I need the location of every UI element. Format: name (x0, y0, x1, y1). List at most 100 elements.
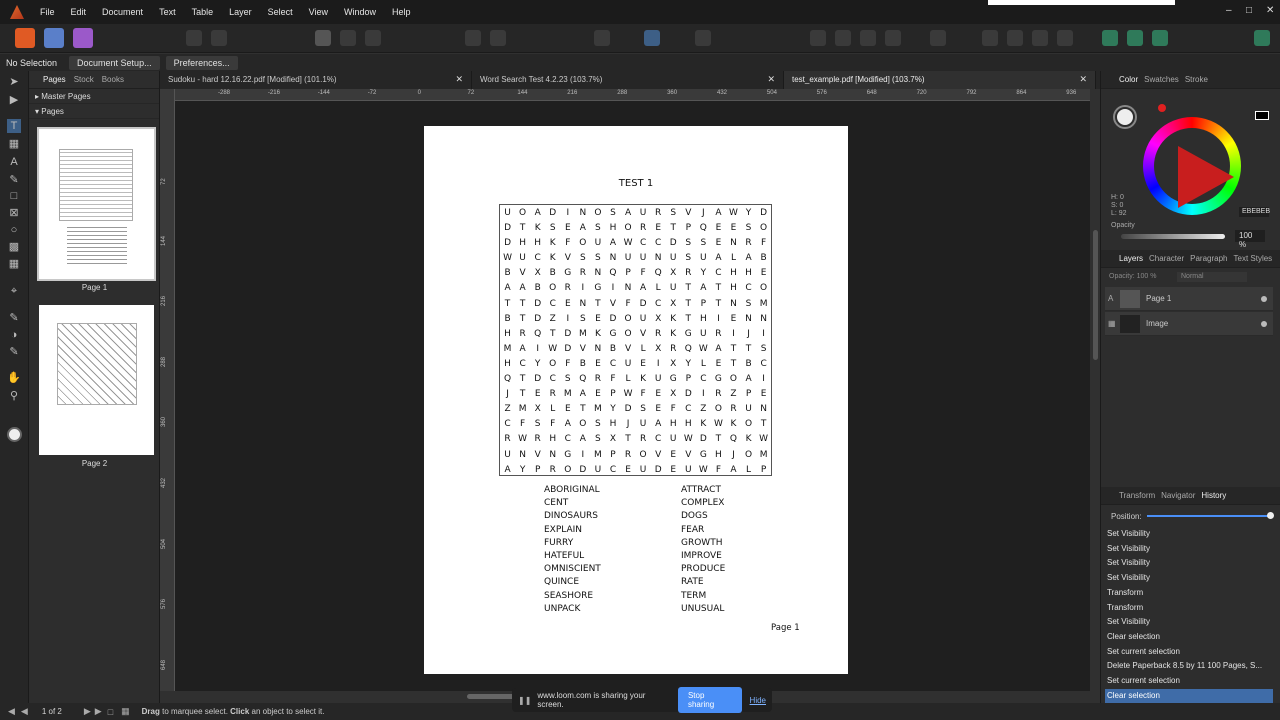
fill-tool-icon[interactable]: ✎ (7, 311, 21, 325)
menu-file[interactable]: File (32, 7, 63, 17)
fill-swatch-icon[interactable] (1115, 107, 1135, 127)
toolbar-button-icon[interactable] (490, 30, 506, 46)
history-item[interactable]: Clear selection (1105, 688, 1273, 704)
frame-tool-icon[interactable]: ⊠ (7, 206, 21, 220)
history-item[interactable]: Set Visibility (1105, 615, 1273, 630)
tab-books[interactable]: Books (102, 75, 124, 84)
align-icon[interactable] (860, 30, 876, 46)
artistic-text-tool-icon[interactable]: A (7, 155, 21, 169)
layer-row-image[interactable]: ▦ Image (1105, 312, 1273, 336)
master-pages-section[interactable]: ▸ Master Pages (29, 89, 159, 104)
doc-tab-sudoku[interactable]: Sudoku - hard 12.16.22.pdf [Modified] (1… (160, 71, 472, 89)
tab-character[interactable]: Character (1149, 254, 1184, 263)
maximize-icon[interactable]: □ (1246, 5, 1252, 16)
tab-text-styles[interactable]: Text Styles (1234, 254, 1273, 263)
fill-color-icon[interactable] (7, 427, 22, 442)
tab-swatches[interactable]: Swatches (1144, 75, 1179, 84)
tab-navigator[interactable]: Navigator (1161, 491, 1195, 500)
hex-input[interactable]: EBEBEB (1239, 207, 1270, 217)
snapping-icon[interactable] (1127, 30, 1143, 46)
color-picker-tool-icon[interactable]: ✎ (7, 345, 21, 359)
next-page-icon[interactable]: ▶ (84, 706, 91, 717)
align-icon[interactable] (835, 30, 851, 46)
visibility-dot-icon[interactable] (1261, 320, 1267, 327)
image-tool-icon[interactable]: ▩ (7, 240, 21, 254)
document-setup-button[interactable]: Document Setup... (69, 55, 160, 70)
horizontal-scrollbar[interactable] (467, 694, 517, 699)
page-icon[interactable]: □ (108, 707, 113, 717)
arrange-icon[interactable] (930, 30, 946, 46)
history-item[interactable]: Set current selection (1105, 645, 1273, 660)
zoom-tool-icon[interactable]: ⚲ (7, 389, 21, 403)
menu-table[interactable]: Table (184, 7, 222, 17)
close-window-icon[interactable]: ✕ (1266, 5, 1274, 16)
history-item[interactable]: Transform (1105, 586, 1273, 601)
snapping-icon[interactable] (1102, 30, 1118, 46)
menu-layer[interactable]: Layer (221, 7, 260, 17)
designer-persona-icon[interactable] (44, 28, 64, 48)
tab-history[interactable]: History (1201, 491, 1226, 500)
hide-link[interactable]: Hide (750, 696, 766, 705)
publisher-persona-icon[interactable] (15, 28, 35, 48)
toolbar-button-icon[interactable] (365, 30, 381, 46)
pause-icon[interactable]: ❚❚ (518, 696, 531, 705)
transform-icon[interactable] (1057, 30, 1073, 46)
pin-icon[interactable] (465, 30, 481, 46)
history-item[interactable]: Clear selection (1105, 630, 1273, 645)
history-item[interactable]: Delete Paperback 8.5 by 11 100 Pages, S.… (1105, 659, 1273, 674)
align-icon[interactable] (885, 30, 901, 46)
menu-select[interactable]: Select (260, 7, 301, 17)
page-thumbnail-2[interactable] (37, 303, 156, 457)
minimize-icon[interactable]: – (1226, 5, 1232, 16)
close-tab-icon[interactable]: ✕ (455, 74, 463, 85)
photo-persona-icon[interactable] (73, 28, 93, 48)
hand-tool-icon[interactable]: ✋ (7, 371, 21, 385)
frame-icon[interactable] (315, 30, 331, 46)
preferences-button[interactable]: Preferences... (165, 55, 238, 70)
prev-page-icon[interactable]: ◀ (21, 706, 28, 717)
move-tool-icon[interactable]: ➤ (7, 75, 21, 89)
opacity-input[interactable]: 100 % (1235, 230, 1265, 249)
tab-stock[interactable]: Stock (74, 75, 94, 84)
text-frame-icon[interactable] (644, 30, 660, 46)
record-color-icon[interactable] (1158, 104, 1166, 112)
history-item[interactable]: Set Visibility (1105, 556, 1273, 571)
transparency-tool-icon[interactable]: ◑ (7, 328, 21, 342)
first-page-icon[interactable]: ◀ (8, 706, 15, 717)
tab-transform[interactable]: Transform (1119, 491, 1155, 500)
tab-stroke[interactable]: Stroke (1185, 75, 1208, 84)
preview-eye-icon[interactable] (594, 30, 610, 46)
ellipse-tool-icon[interactable]: ○ (7, 223, 21, 237)
menu-document[interactable]: Document (94, 7, 151, 17)
pen-tool-icon[interactable]: ✎ (7, 173, 21, 187)
history-slider-handle[interactable] (1267, 512, 1274, 519)
place-tool-icon[interactable]: ▦ (7, 257, 21, 271)
stop-sharing-button[interactable]: Stop sharing (677, 687, 742, 713)
history-item[interactable]: Set Visibility (1105, 542, 1273, 557)
history-item[interactable]: Set Visibility (1105, 527, 1273, 542)
color-wheel[interactable] (1143, 117, 1241, 215)
align-icon[interactable] (810, 30, 826, 46)
close-tab-icon[interactable]: ✕ (1079, 74, 1087, 85)
node-tool-icon[interactable]: ▶ (7, 93, 21, 107)
document-page[interactable]: TEST 1 UOADINOSAURSVJAWYDDTKSEASHORETPQE… (424, 126, 848, 674)
menu-text[interactable]: Text (151, 7, 184, 17)
last-page-icon[interactable]: ▶ (95, 706, 102, 717)
layer-row-page-1[interactable]: A Page 1 (1105, 287, 1273, 311)
pages-section[interactable]: ▾ Pages (29, 104, 159, 119)
visibility-dot-icon[interactable] (1261, 295, 1267, 302)
close-tab-icon[interactable]: ✕ (767, 74, 775, 85)
history-item[interactable]: Set Visibility (1105, 571, 1273, 586)
tab-color[interactable]: Color (1119, 75, 1138, 84)
vertical-scrollbar[interactable] (1093, 230, 1098, 360)
preflight-icon[interactable] (695, 30, 711, 46)
toolbar-button-icon[interactable] (186, 30, 202, 46)
history-item[interactable]: Transform (1105, 601, 1273, 616)
table-tool-icon[interactable]: ▦ (7, 137, 21, 151)
frame-text-tool-icon[interactable]: T (7, 119, 21, 133)
transform-icon[interactable] (1032, 30, 1048, 46)
opacity-slider[interactable] (1121, 234, 1225, 239)
menu-edit[interactable]: Edit (63, 7, 95, 17)
tab-paragraph[interactable]: Paragraph (1190, 254, 1227, 263)
history-position-slider[interactable] (1147, 515, 1271, 517)
